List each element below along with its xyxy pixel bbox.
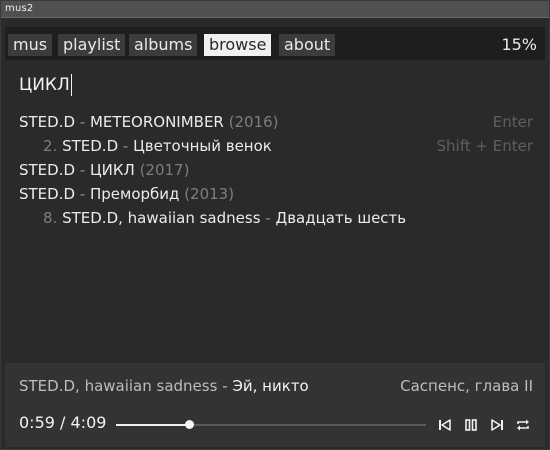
result-track-number: 8. — [43, 209, 58, 227]
time-separator: / — [54, 413, 71, 432]
elapsed-time: 0:59 — [19, 413, 55, 432]
tab-playlist[interactable]: playlist — [58, 34, 126, 56]
seek-bar-fill — [116, 424, 189, 426]
now-playing-title: Эй, никто — [232, 377, 309, 395]
search-input[interactable]: ЦИКЛ — [19, 72, 73, 98]
skip-next-icon[interactable] — [488, 417, 505, 434]
player-bar: STED.D, hawaiian sadness - Эй, никто Сас… — [5, 363, 545, 447]
text-caret — [70, 74, 73, 96]
now-playing: STED.D, hawaiian sadness - Эй, никто — [19, 377, 309, 395]
total-duration: 4:09 — [70, 413, 107, 432]
result-separator: - — [118, 137, 134, 155]
result-title: METEORONIMBER — [89, 113, 224, 131]
result-text: STED.D - Преморбид (2013) — [19, 182, 234, 206]
result-text: 2. STED.D - Цветочный венок — [43, 134, 272, 158]
result-year: (2017) — [139, 161, 190, 179]
result-separator: - — [75, 113, 90, 131]
tab-about[interactable]: about — [279, 34, 336, 56]
result-row[interactable]: STED.D - ЦИКЛ (2017) — [5, 158, 545, 182]
result-year: (2016) — [228, 113, 279, 131]
window-title: mus2 — [5, 3, 34, 14]
result-artist: STED.D — [62, 137, 119, 155]
result-title: Цветочный венок — [133, 137, 272, 155]
seek-bar[interactable] — [116, 420, 426, 429]
key-hint: Enter — [492, 113, 533, 131]
results-list: STED.D - METEORONIMBER (2016) Enter 2. S… — [5, 110, 545, 230]
time-readout: 0:59 / 4:09 — [19, 413, 106, 432]
result-title: Преморбид — [89, 185, 180, 203]
result-separator: - — [260, 209, 276, 227]
seek-handle[interactable] — [185, 420, 194, 429]
result-artist: STED.D — [19, 113, 76, 131]
result-track-number: 2. — [43, 137, 58, 155]
zoom-level: 15% — [501, 35, 537, 54]
playback-controls — [436, 413, 531, 437]
result-title: ЦИКЛ — [89, 161, 135, 179]
navbar: mus playlist albums browse about 15% — [5, 32, 545, 57]
result-text: STED.D - ЦИКЛ (2017) — [19, 158, 189, 182]
pause-icon[interactable] — [462, 417, 479, 434]
result-separator: - — [75, 161, 90, 179]
result-year: (2013) — [184, 185, 235, 203]
key-hint: Shift + Enter — [436, 137, 533, 155]
browse-panel: ЦИКЛ STED.D - METEORONIMBER (2016) Enter… — [5, 60, 545, 388]
tab-albums[interactable]: albums — [129, 34, 198, 56]
app-window: mus2 mus playlist albums browse about 15… — [0, 0, 550, 450]
result-text: 8. STED.D, hawaiian sadness - Двадцать ш… — [43, 206, 406, 230]
search-input-value: ЦИКЛ — [19, 75, 70, 95]
result-row[interactable]: 2. STED.D - Цветочный венок Shift + Ente… — [5, 134, 545, 158]
now-playing-album: Саспенс, глава II — [400, 377, 533, 395]
result-text: STED.D - METEORONIMBER (2016) — [19, 110, 279, 134]
repeat-icon[interactable] — [514, 417, 531, 434]
tab-mus[interactable]: mus — [8, 34, 53, 56]
tab-browse[interactable]: browse — [204, 34, 272, 56]
result-title: Двадцать шесть — [275, 209, 407, 227]
result-row[interactable]: STED.D - METEORONIMBER (2016) Enter — [5, 110, 545, 134]
app-frame: mus playlist albums browse about 15% ЦИК… — [5, 27, 545, 447]
result-artist: STED.D — [19, 185, 76, 203]
now-playing-separator: - — [217, 377, 233, 395]
result-artist: STED.D — [19, 161, 76, 179]
now-playing-artist: STED.D, hawaiian sadness — [19, 377, 218, 395]
skip-previous-icon[interactable] — [436, 417, 453, 434]
result-separator: - — [75, 185, 90, 203]
result-row[interactable]: STED.D - Преморбид (2013) — [5, 182, 545, 206]
result-artist: STED.D, hawaiian sadness — [62, 209, 261, 227]
result-row[interactable]: 8. STED.D, hawaiian sadness - Двадцать ш… — [5, 206, 545, 230]
title-bar[interactable]: mus2 — [1, 1, 549, 18]
